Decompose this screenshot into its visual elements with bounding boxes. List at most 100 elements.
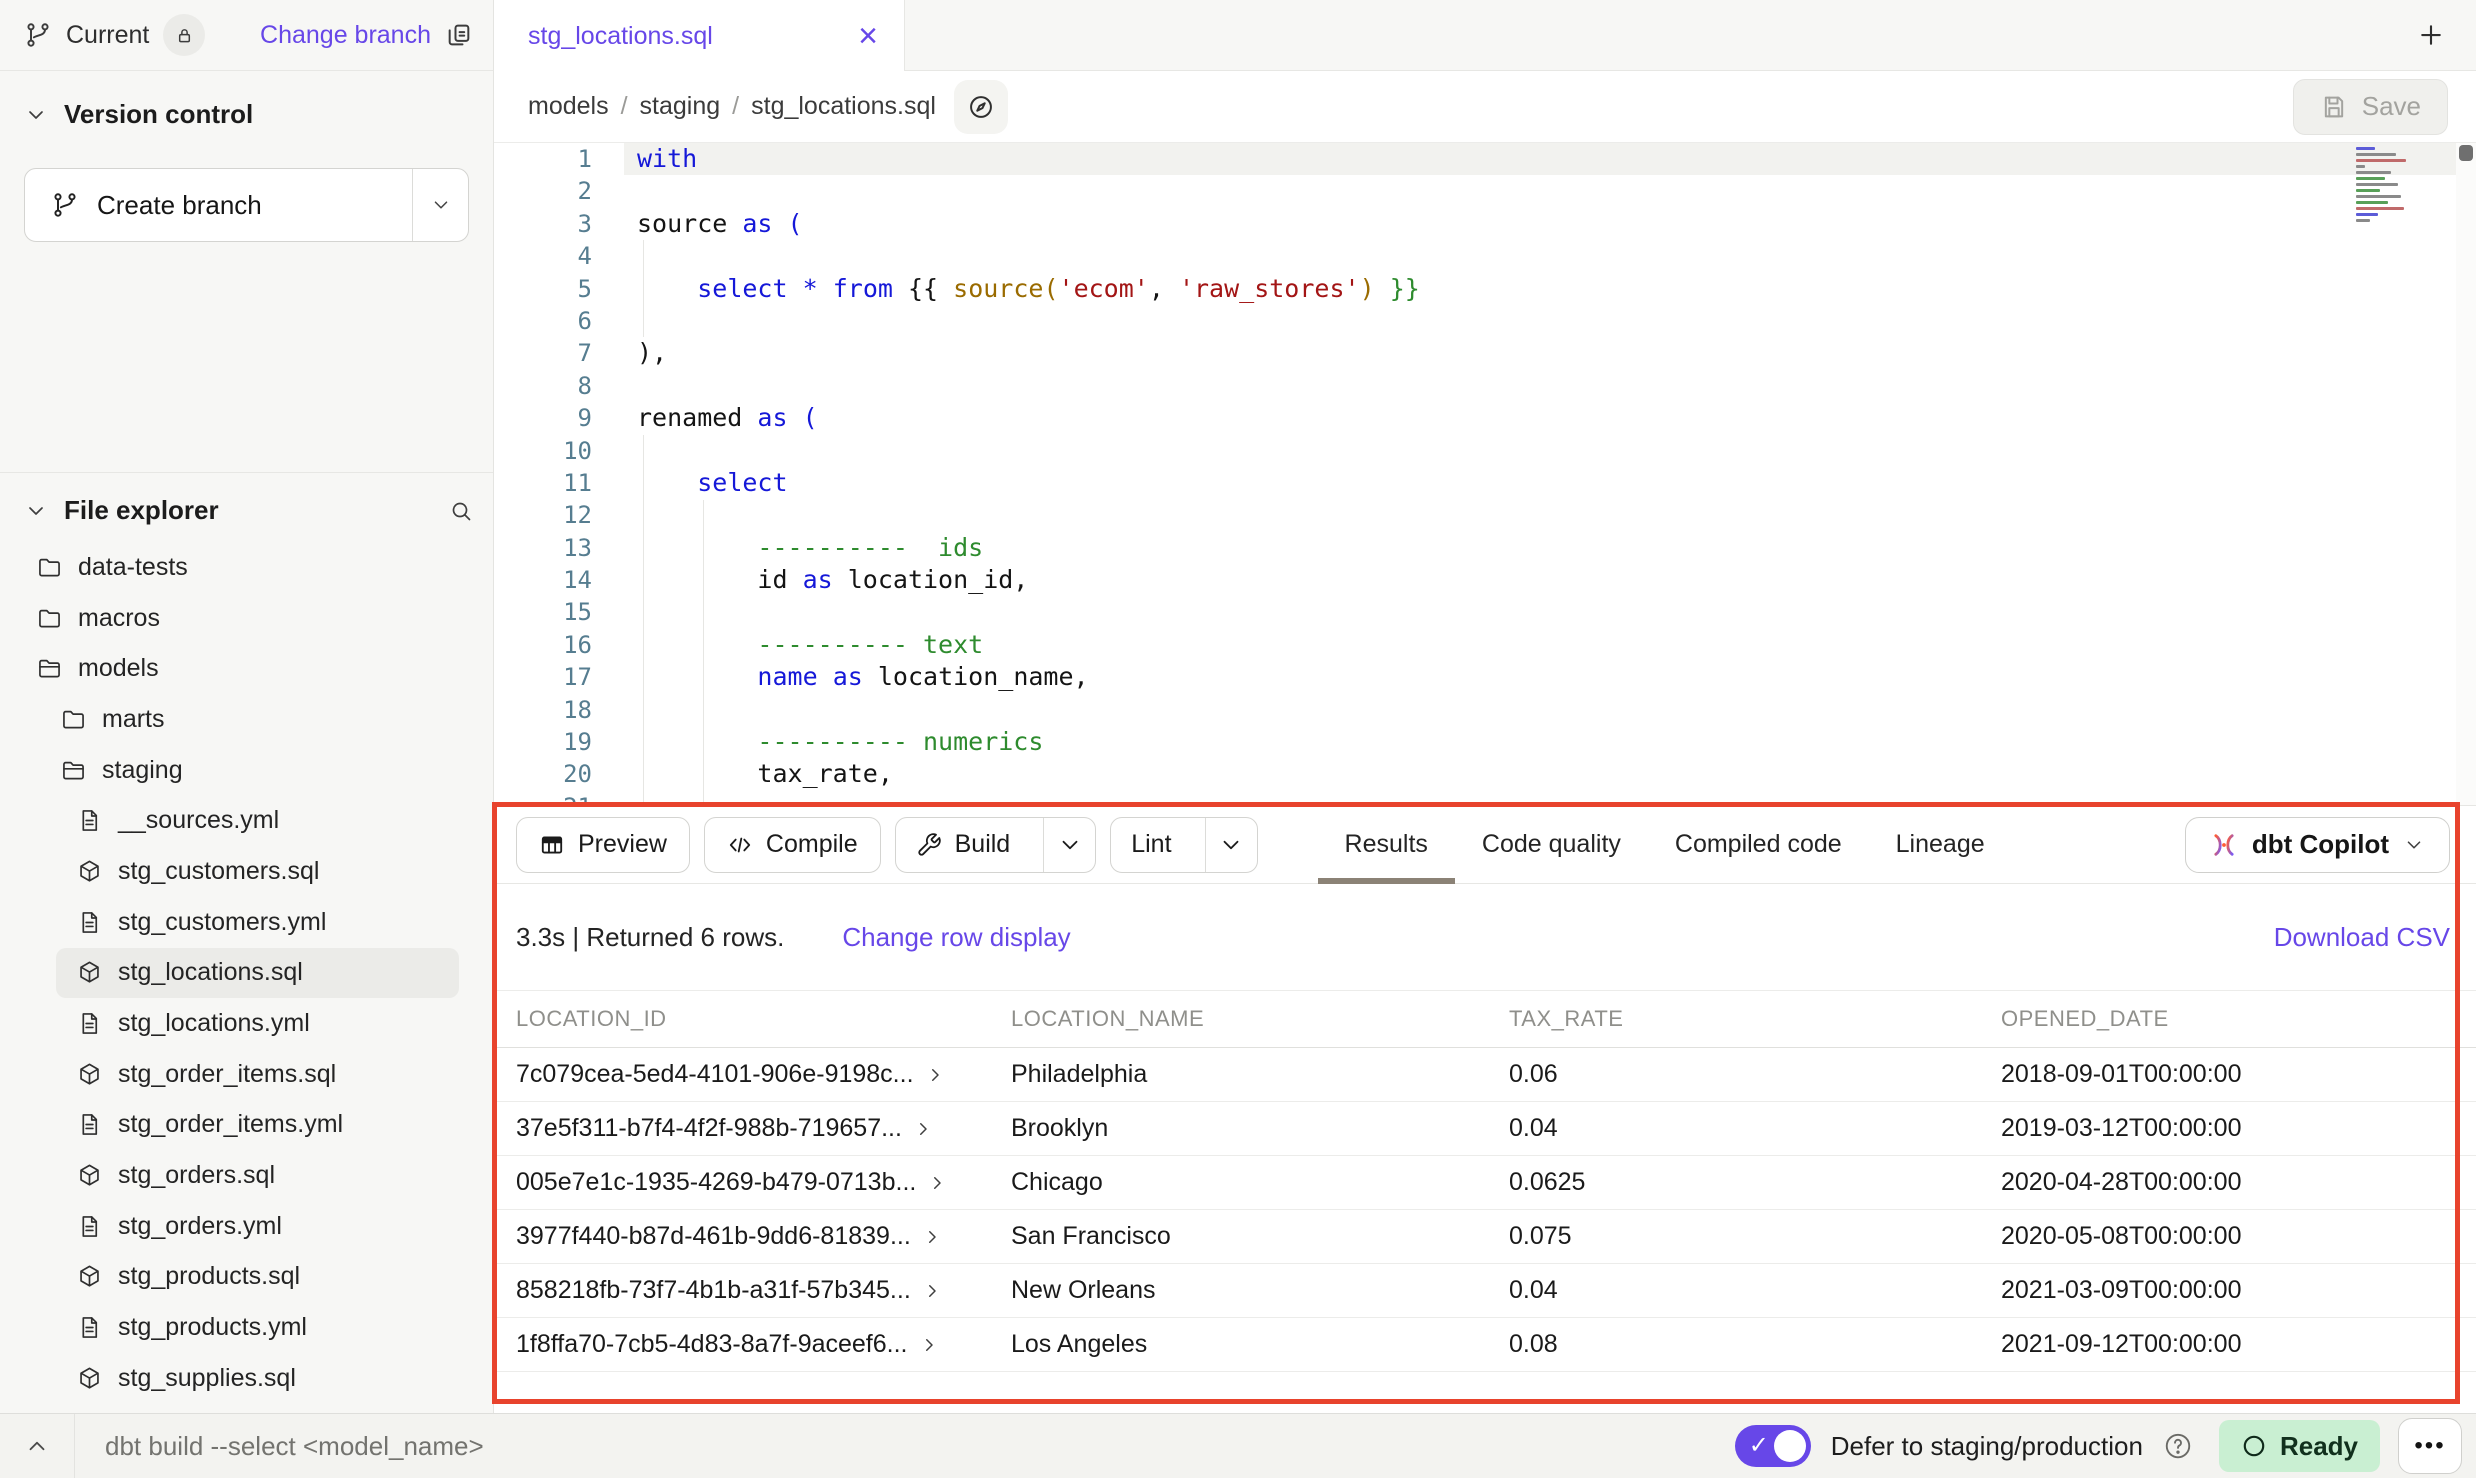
code-line[interactable]: 2	[494, 175, 2476, 207]
code-line[interactable]: 7),	[494, 337, 2476, 369]
file-item-models[interactable]: models	[24, 643, 473, 694]
file-item-stg-order-items-yml[interactable]: stg_order_items.yml	[24, 1100, 473, 1151]
code-line[interactable]: 13 ---------- ids	[494, 532, 2476, 564]
file-item-stg-locations-yml[interactable]: stg_locations.yml	[24, 998, 473, 1049]
line-number: 10	[494, 435, 624, 467]
results-info-row: 3.3s | Returned 6 rows. Change row displ…	[494, 884, 2476, 991]
file-item-stg-products-yml[interactable]: stg_products.yml	[24, 1302, 473, 1353]
minimap-line	[2356, 213, 2378, 216]
file-item-stg-orders-yml[interactable]: stg_orders.yml	[24, 1201, 473, 1252]
dbt-copilot-button[interactable]: dbt Copilot	[2185, 817, 2450, 873]
code-line[interactable]: 15	[494, 596, 2476, 628]
code-line[interactable]: 10	[494, 435, 2476, 467]
table-cell: New Orleans	[1011, 1276, 1509, 1305]
file-item-stg-order-items-sql[interactable]: stg_order_items.sql	[24, 1049, 473, 1100]
chevron-down-icon[interactable]	[24, 103, 48, 127]
code-line[interactable]: 12	[494, 499, 2476, 531]
code-line[interactable]: 1with	[494, 143, 2476, 175]
breadcrumb-segment[interactable]: staging	[640, 92, 721, 121]
change-row-display-link[interactable]: Change row display	[842, 922, 1070, 953]
file-item-stg-orders-sql[interactable]: stg_orders.sql	[24, 1150, 473, 1201]
minimap[interactable]	[2356, 147, 2428, 222]
table-row[interactable]: 005e7e1c-1935-4269-b479-0713b...Chicago0…	[494, 1156, 2476, 1210]
create-branch-button[interactable]: Create branch	[24, 168, 469, 242]
chevron-right-icon[interactable]	[926, 1066, 944, 1084]
close-icon[interactable]: ×	[858, 19, 878, 53]
column-header[interactable]: OPENED_DATE	[2001, 1006, 2476, 1032]
code-line[interactable]: 11 select	[494, 467, 2476, 499]
build-button[interactable]: Build	[895, 817, 1097, 873]
chevron-down-icon[interactable]	[24, 499, 48, 523]
save-button[interactable]: Save	[2293, 79, 2448, 135]
table-row[interactable]: 3977f440-b87d-461b-9dd6-81839...San Fran…	[494, 1210, 2476, 1264]
file-item-staging[interactable]: staging	[24, 745, 473, 796]
code-editor[interactable]: 1with23source as (45 select * from {{ so…	[494, 143, 2476, 805]
code-line[interactable]: 17 name as location_name,	[494, 661, 2476, 693]
table-row[interactable]: 7c079cea-5ed4-4101-906e-9198c...Philadel…	[494, 1048, 2476, 1102]
tab-code-quality[interactable]: Code quality	[1455, 806, 1648, 883]
column-header[interactable]: TAX_RATE	[1509, 1006, 2001, 1032]
code-line[interactable]: 5 select * from {{ source('ecom', 'raw_s…	[494, 273, 2476, 305]
code-line[interactable]: 8	[494, 370, 2476, 402]
version-control-section: Version control Create branch	[0, 71, 493, 473]
collapse-command-bar-button[interactable]	[0, 1414, 74, 1478]
code-line[interactable]: 19 ---------- numerics	[494, 726, 2476, 758]
file-item-stg-customers-yml[interactable]: stg_customers.yml	[24, 897, 473, 948]
lint-button[interactable]: Lint	[1110, 817, 1257, 873]
table-row[interactable]: 858218fb-73f7-4b1b-a31f-57b345...New Orl…	[494, 1264, 2476, 1318]
copy-icon[interactable]	[445, 21, 473, 49]
defer-toggle[interactable]: ✓	[1735, 1425, 1811, 1467]
create-branch-dropdown[interactable]	[412, 169, 468, 241]
compile-button[interactable]: Compile	[704, 817, 881, 873]
lint-dropdown[interactable]	[1205, 818, 1257, 872]
code-line[interactable]: 16 ---------- text	[494, 629, 2476, 661]
code-line[interactable]: 9renamed as (	[494, 402, 2476, 434]
preview-button[interactable]: Preview	[516, 817, 690, 873]
tab-lineage[interactable]: Lineage	[1869, 806, 2012, 883]
file-sql-icon	[76, 959, 103, 986]
code-line[interactable]: 14 id as location_id,	[494, 564, 2476, 596]
chevron-right-icon[interactable]	[928, 1174, 946, 1192]
breadcrumb-segment[interactable]: models	[528, 92, 609, 121]
code-line[interactable]: 4	[494, 240, 2476, 272]
code-line[interactable]: 6	[494, 305, 2476, 337]
file-item-marts[interactable]: marts	[24, 694, 473, 745]
status-badge-ready[interactable]: Ready	[2219, 1420, 2380, 1472]
file-item-stg-customers-sql[interactable]: stg_customers.sql	[24, 846, 473, 897]
file-item--sources-yml[interactable]: __sources.yml	[24, 795, 473, 846]
column-header[interactable]: LOCATION_ID	[516, 1006, 1011, 1032]
new-tab-plus-icon[interactable]	[2416, 20, 2446, 50]
code-line[interactable]: 21	[494, 791, 2476, 805]
file-item-stg-products-sql[interactable]: stg_products.sql	[24, 1252, 473, 1303]
build-dropdown[interactable]	[1043, 818, 1095, 872]
table-row[interactable]: 37e5f311-b7f4-4f2f-988b-719657...Brookly…	[494, 1102, 2476, 1156]
chevron-right-icon[interactable]	[920, 1336, 938, 1354]
file-item-data-tests[interactable]: data-tests	[24, 542, 473, 593]
search-icon[interactable]	[449, 499, 473, 523]
chevron-right-icon[interactable]	[923, 1282, 941, 1300]
scrollbar-thumb[interactable]	[2459, 145, 2473, 161]
code-line[interactable]: 18	[494, 694, 2476, 726]
breadcrumb-segment[interactable]: stg_locations.sql	[751, 92, 936, 121]
code-line[interactable]: 3source as (	[494, 208, 2476, 240]
file-item-stg-locations-sql[interactable]: stg_locations.sql	[56, 948, 459, 999]
table-cell: 2018-09-01T00:00:00	[2001, 1060, 2476, 1089]
file-item-macros[interactable]: macros	[24, 593, 473, 644]
more-options-button[interactable]: •••	[2398, 1418, 2462, 1474]
table-row[interactable]: 1f8ffa70-7cb5-4d83-8a7f-9aceef6...Los An…	[494, 1318, 2476, 1372]
tab-stg-locations-sql[interactable]: stg_locations.sql ×	[494, 0, 905, 72]
download-csv-link[interactable]: Download CSV	[2274, 922, 2450, 953]
tab-results[interactable]: Results	[1318, 806, 1455, 883]
question-circle-icon[interactable]	[2163, 1431, 2193, 1461]
command-input[interactable]: dbt build --select <model_name>	[74, 1414, 1735, 1478]
tab-compiled-code[interactable]: Compiled code	[1648, 806, 1869, 883]
change-branch-link[interactable]: Change branch	[260, 21, 431, 50]
code-line[interactable]: 20 tax_rate,	[494, 758, 2476, 790]
table-cell: 0.075	[1509, 1222, 2001, 1251]
chevron-right-icon[interactable]	[923, 1228, 941, 1246]
scrollbar[interactable]	[2456, 143, 2476, 805]
chevron-right-icon[interactable]	[914, 1120, 932, 1138]
lineage-compass-button[interactable]	[954, 80, 1008, 134]
file-item-stg-supplies-sql[interactable]: stg_supplies.sql	[24, 1353, 473, 1404]
column-header[interactable]: LOCATION_NAME	[1011, 1006, 1509, 1032]
